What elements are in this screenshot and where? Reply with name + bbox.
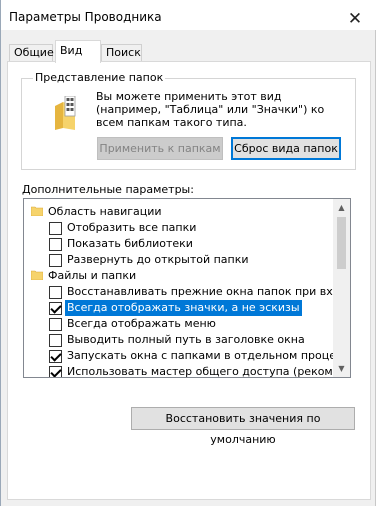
checkbox[interactable] (49, 350, 62, 363)
scroll-down-arrow-icon[interactable]: ▼ (333, 360, 350, 377)
advanced-settings-tree[interactable]: Область навигации Отобразить все папки П… (23, 198, 351, 378)
checkbox[interactable] (49, 222, 62, 235)
checkbox[interactable] (49, 318, 62, 331)
tree-item-label: Восстанавливать прежние окна папок при в… (67, 285, 334, 298)
tree-item-label: Отобразить все папки (67, 221, 197, 234)
folder-view-icon (55, 96, 76, 130)
tree-item-always-show-menus[interactable]: Всегда отображать меню (24, 316, 334, 333)
checkbox[interactable] (49, 238, 62, 251)
folder-views-label: Представление папок (33, 71, 166, 84)
tree-item-show-all-folders[interactable]: Отобразить все папки (24, 220, 334, 237)
tree-item-full-path-in-title[interactable]: Выводить полный путь в заголовке окна (24, 332, 334, 349)
tree-item-always-show-icons[interactable]: Всегда отображать значки, а не эскизы (24, 300, 334, 317)
folder-views-description: Вы можете применить этот вид (например, … (96, 90, 325, 129)
checkbox[interactable] (49, 366, 62, 377)
tree-item-label: Развернуть до открытой папки (67, 253, 249, 266)
reset-folders-button[interactable]: Сброс вида папок (231, 137, 341, 160)
tree-item-label: Выводить полный путь в заголовке окна (67, 333, 305, 346)
tree-item-label: Всегда отображать меню (67, 317, 216, 330)
folder-icon (31, 270, 43, 280)
tree-item-label: Показать библиотеки (67, 237, 193, 250)
folder-options-window: Параметры Проводника ✕ Общие Вид Поиск П… (0, 0, 376, 506)
tree-item-sharing-wizard[interactable]: Использовать мастер общего доступа (реко… (24, 364, 334, 378)
checkbox[interactable] (49, 286, 62, 299)
tab-strip: Общие Вид Поиск (1, 40, 376, 63)
window-title: Параметры Проводника (9, 10, 162, 24)
tree-item-label: Использовать мастер общего доступа (реко… (67, 365, 334, 378)
scroll-up-arrow-icon[interactable]: ▲ (333, 199, 350, 216)
tab-general[interactable]: Общие (9, 44, 54, 62)
tab-view[interactable]: Вид (55, 40, 101, 63)
tree-group-label: Область навигации (48, 205, 162, 218)
tree-group-files-and-folders: Файлы и папки (24, 268, 334, 285)
scroll-thumb[interactable] (337, 217, 346, 269)
tree-item-separate-process[interactable]: Запускать окна с папками в отдельном про… (24, 348, 350, 365)
tab-search[interactable]: Поиск (101, 44, 142, 62)
tree-group-label: Файлы и папки (48, 269, 137, 282)
title-bar: Параметры Проводника ✕ (1, 0, 376, 30)
tree-item-restore-windows[interactable]: Восстанавливать прежние окна папок при в… (24, 284, 334, 301)
checkbox[interactable] (49, 334, 62, 347)
checkbox[interactable] (49, 254, 62, 267)
close-button[interactable]: ✕ (333, 0, 376, 30)
advanced-settings-label: Дополнительные параметры: (22, 183, 194, 196)
tree-scrollbar[interactable]: ▲ ▼ (333, 199, 350, 377)
tree-item-show-libraries[interactable]: Показать библиотеки (24, 236, 334, 253)
tree-item-expand-to-open-folder[interactable]: Развернуть до открытой папки (24, 252, 334, 269)
restore-defaults-button[interactable]: Восстановить значения по умолчанию (131, 407, 355, 446)
checkbox[interactable] (49, 302, 62, 315)
tree-item-label: Всегда отображать значки, а не эскизы (65, 300, 302, 316)
tree-group-navigation-pane: Область навигации (24, 204, 334, 221)
apply-to-folders-button[interactable]: Применить к папкам (97, 137, 223, 160)
folder-icon (31, 206, 43, 216)
tree-item-label: Запускать окна с папками в отдельном про… (67, 349, 351, 362)
